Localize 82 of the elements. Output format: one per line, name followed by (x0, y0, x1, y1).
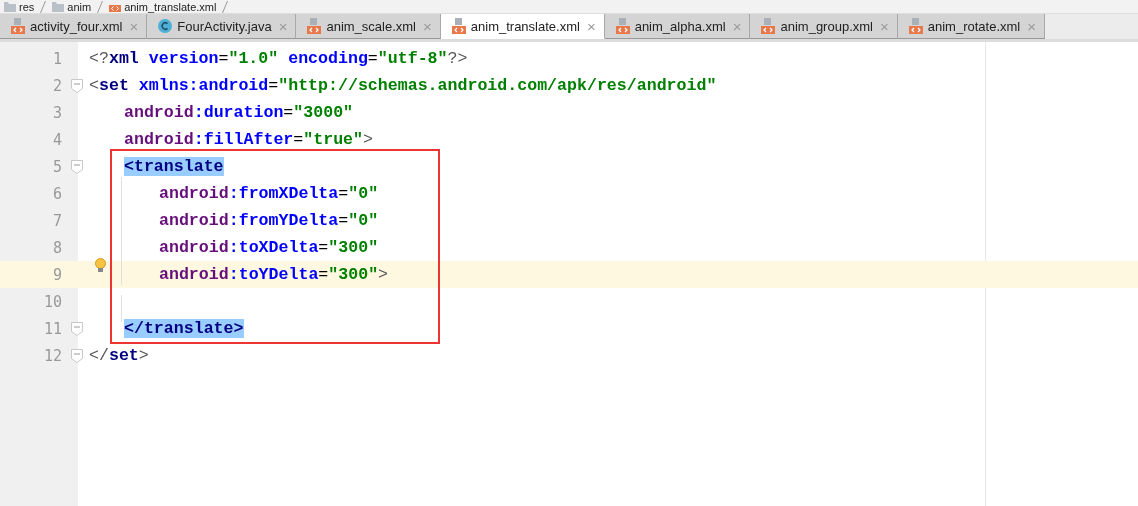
code-operator: = (318, 238, 329, 257)
editor-tab[interactable]: anim_alpha.xml × (604, 14, 751, 39)
line-number: 12 (43, 346, 62, 365)
code-operator: = (338, 184, 349, 203)
code-value: "3000" (293, 103, 354, 122)
code-operator: = (293, 130, 304, 149)
lightbulb-icon[interactable] (95, 258, 106, 273)
code-attribute: :duration (193, 103, 284, 122)
xml-file-icon (761, 18, 776, 34)
code-tag: set (98, 76, 129, 95)
xml-file-icon (615, 18, 630, 34)
breadcrumb-item[interactable]: anim_translate.xml (124, 0, 217, 13)
line-number: 8 (52, 238, 62, 257)
code-attribute: :fromXDelta (228, 184, 339, 203)
separator-icon (40, 0, 47, 13)
code-namespace: android (159, 238, 229, 257)
code-value: "0" (348, 211, 379, 230)
code-operator: = (367, 49, 378, 68)
code-bracket: > (363, 130, 373, 149)
code-bracket: < (89, 76, 99, 95)
breadcrumb-item[interactable]: res (19, 0, 35, 13)
line-number: 10 (43, 292, 62, 311)
code-value: "300" (328, 265, 379, 284)
code-attribute: version (147, 49, 219, 68)
code-attribute: :toXDelta (228, 238, 319, 257)
code-namespace: android (124, 103, 194, 122)
code-value: "http://schemas.android.com/apk/res/android" (278, 76, 717, 95)
xml-file-icon (451, 18, 466, 34)
code-attribute: encoding (287, 49, 368, 68)
code-namespace: android (159, 265, 229, 284)
code-attribute: :toYDelta (228, 265, 319, 284)
code-value: "true" (303, 130, 364, 149)
separator-icon (97, 0, 104, 13)
code-attribute: :fillAfter (193, 130, 294, 149)
xml-file-icon (307, 18, 322, 34)
separator-icon (222, 0, 229, 13)
code-namespace: android (124, 130, 194, 149)
fold-marker-icon[interactable] (71, 159, 83, 174)
code-value: "0" (348, 184, 379, 203)
line-number: 2 (52, 76, 62, 95)
line-number: 11 (43, 319, 62, 338)
editor-tab[interactable]: anim_translate.xml × (440, 14, 605, 39)
xml-file-icon (908, 18, 923, 34)
line-number: 6 (52, 184, 62, 203)
code-operator: = (268, 76, 279, 95)
line-number: 3 (52, 103, 62, 122)
fold-marker-icon[interactable] (71, 321, 83, 336)
fold-marker-icon[interactable] (71, 348, 83, 363)
code-namespace: android (159, 211, 229, 230)
code-attribute: xmlns:android (137, 76, 269, 95)
fold-marker-icon[interactable] (71, 78, 83, 93)
code-value: "1.0" (228, 49, 279, 68)
code-tag: xml (108, 49, 139, 68)
line-number: 9 (52, 265, 62, 284)
line-number: 5 (52, 157, 62, 176)
editor-tab[interactable]: activity_four.xml × (0, 14, 148, 39)
matched-tag: <translate (124, 157, 224, 176)
code-operator: = (283, 103, 294, 122)
code-bracket: <? (89, 49, 109, 68)
code-bracket: > (378, 265, 389, 284)
editor-tab[interactable]: anim_scale.xml × (296, 14, 441, 39)
editor-tab[interactable]: anim_rotate.xml × (897, 14, 1045, 39)
class-icon (158, 19, 173, 33)
code-tag: set (108, 346, 139, 365)
matched-tag: </translate> (124, 319, 244, 338)
code-value: "utf-8" (377, 49, 448, 68)
editor-tab[interactable]: anim_group.xml × (750, 14, 898, 39)
line-number: 4 (52, 130, 62, 149)
code-operator: = (318, 265, 329, 284)
code-bracket: ?> (447, 49, 468, 68)
code-operator: = (338, 211, 349, 230)
breadcrumb-item[interactable]: anim (67, 0, 92, 13)
code-operator: = (218, 49, 229, 68)
editor-tab[interactable]: FourActivity.java × (147, 14, 297, 39)
code-value: "300" (328, 238, 379, 257)
code-namespace: android (159, 184, 229, 203)
line-number: 1 (52, 49, 62, 68)
code-attribute: :fromYDelta (228, 211, 339, 230)
xml-file-icon (11, 18, 25, 34)
code-bracket: </ (89, 346, 109, 365)
line-number: 7 (52, 211, 62, 230)
code-bracket: > (138, 346, 149, 365)
